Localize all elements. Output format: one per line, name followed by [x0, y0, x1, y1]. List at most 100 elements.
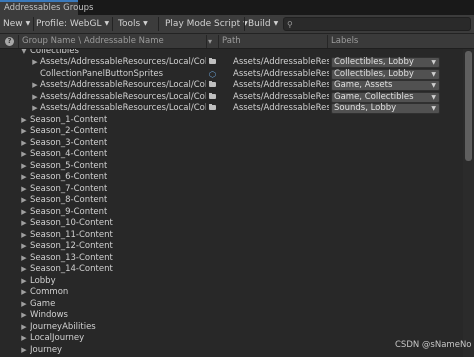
- expand-arrow-icon[interactable]: ▶: [31, 103, 39, 114]
- column-divider[interactable]: [206, 35, 207, 48]
- column-divider[interactable]: [218, 35, 219, 48]
- group-row[interactable]: ▶ Season_4-Content: [0, 149, 463, 160]
- entry-row[interactable]: CollectionPanelButtonSprites ⬡ Assets/Addr…: [0, 68, 463, 80]
- build-dropdown[interactable]: Build ▼: [248, 16, 278, 32]
- entry-row[interactable]: ▶ Assets/AddressableResources/Local/Coll A…: [0, 57, 463, 68]
- group-row[interactable]: ▶ Season_11-Content: [0, 230, 463, 241]
- group-row[interactable]: ▶ Season_7-Content: [0, 184, 463, 195]
- column-labels[interactable]: Labels: [331, 34, 358, 49]
- labels-dropdown[interactable]: Game, Collectibles ▼: [331, 91, 440, 103]
- group-name: Season_5-Content: [30, 160, 108, 171]
- column-group-name[interactable]: Group Name \ Addressable Name: [22, 34, 164, 49]
- expand-arrow-icon[interactable]: ▶: [20, 172, 28, 183]
- entry-row[interactable]: ▶ Assets/AddressableResources/Local/Coll A…: [0, 91, 463, 103]
- profile-label: Profile: WebGL: [36, 19, 102, 29]
- toolbar-divider: [33, 17, 34, 31]
- labels-value: Collectibles, Lobby: [334, 68, 414, 79]
- toolbar-divider: [112, 17, 113, 31]
- group-row[interactable]: ▶ Journey: [0, 345, 463, 356]
- group-row[interactable]: ▶ Season_6-Content: [0, 172, 463, 183]
- vertical-scrollbar[interactable]: [463, 49, 474, 357]
- expand-arrow-icon[interactable]: ▶: [31, 57, 39, 68]
- entry-path: Assets/AddressableRes: [233, 91, 329, 102]
- expand-arrow-icon[interactable]: ▶: [20, 218, 28, 229]
- expand-arrow-icon[interactable]: ▶: [20, 115, 28, 126]
- group-row[interactable]: ▶ Lobby: [0, 276, 463, 287]
- column-divider[interactable]: [18, 35, 19, 48]
- expand-arrow-icon[interactable]: ▶: [20, 138, 28, 149]
- group-row[interactable]: ▶ Season_2-Content: [0, 126, 463, 137]
- expand-arrow-icon[interactable]: ▶: [20, 276, 28, 287]
- group-row[interactable]: ▶ Season_5-Content: [0, 161, 463, 172]
- column-path[interactable]: Path: [222, 34, 241, 49]
- expand-arrow-icon[interactable]: ▶: [20, 184, 28, 195]
- expand-arrow-icon[interactable]: ▶: [20, 310, 28, 321]
- expand-arrow-icon[interactable]: ▶: [20, 322, 28, 333]
- group-name: Lobby: [30, 275, 56, 286]
- folder-icon: [209, 81, 216, 87]
- expand-arrow-icon[interactable]: ▶: [20, 207, 28, 218]
- expand-arrow-icon[interactable]: ▶: [20, 241, 28, 252]
- group-name: LocalJourney: [30, 333, 85, 343]
- column-divider[interactable]: [327, 35, 328, 48]
- group-name: Season_2-Content: [30, 126, 108, 136]
- expand-arrow-icon[interactable]: ▼: [20, 49, 28, 57]
- group-row[interactable]: ▶ Season_12-Content: [0, 241, 463, 252]
- expand-arrow-icon[interactable]: ▶: [20, 195, 28, 206]
- group-row[interactable]: ▶ Common: [0, 287, 463, 298]
- group-name: Season_12-Content: [30, 241, 113, 251]
- search-icon: ⚲: [287, 20, 293, 29]
- expand-arrow-icon[interactable]: ▶: [20, 299, 28, 310]
- group-row[interactable]: ▶ Season_10-Content: [0, 218, 463, 229]
- group-name: Season_8-Content: [30, 195, 108, 205]
- expand-arrow-icon[interactable]: ▶: [20, 126, 28, 137]
- expand-arrow-icon[interactable]: ▶: [20, 230, 28, 241]
- expand-arrow-icon[interactable]: ▶: [20, 287, 28, 298]
- scrollbar-thumb[interactable]: [465, 51, 472, 161]
- entry-row[interactable]: ▶ Assets/AddressableResources/Local/Coll A…: [0, 103, 463, 114]
- group-row[interactable]: ▶ Game: [0, 299, 463, 310]
- expand-arrow-icon[interactable]: ▶: [20, 264, 28, 275]
- group-row[interactable]: ▶ Season_14-Content: [0, 264, 463, 275]
- labels-dropdown[interactable]: Collectibles, Lobby ▼: [331, 68, 440, 80]
- prefab-icon: ⬡: [209, 69, 216, 79]
- tab-addressables-groups[interactable]: Addressables Groups: [0, 0, 93, 15]
- folder-icon: [209, 104, 216, 110]
- help-icon[interactable]: ?: [5, 37, 14, 46]
- expand-arrow-icon[interactable]: ▶: [31, 80, 39, 91]
- group-name: Journey: [30, 344, 63, 355]
- group-row[interactable]: ▶ LocalJourney: [0, 333, 463, 344]
- entry-name: Assets/AddressableResources/Local/Coll: [40, 57, 206, 67]
- group-row[interactable]: ▶ Season_3-Content: [0, 138, 463, 149]
- expand-arrow-icon[interactable]: ▶: [20, 333, 28, 344]
- labels-dropdown[interactable]: Game, Assets ▼: [331, 80, 440, 91]
- labels-dropdown[interactable]: Collectibles, Lobby ▼: [331, 57, 440, 68]
- expand-arrow-icon[interactable]: ▶: [20, 253, 28, 264]
- tools-dropdown[interactable]: Tools ▼: [118, 16, 148, 32]
- group-row[interactable]: ▶ Season_13-Content: [0, 253, 463, 264]
- group-row[interactable]: ▶ JourneyAbilities: [0, 322, 463, 333]
- labels-dropdown[interactable]: Sounds, Lobby ▼: [331, 103, 440, 114]
- expand-arrow-icon[interactable]: ▶: [31, 92, 39, 103]
- expand-arrow-icon[interactable]: ▶: [20, 345, 28, 356]
- group-row[interactable]: ▶ Windows: [0, 310, 463, 321]
- chevron-down-icon: ▼: [431, 93, 436, 101]
- column-icon[interactable]: ▾: [208, 34, 212, 49]
- new-button[interactable]: New ▼: [3, 16, 30, 32]
- entry-row[interactable]: ▶ Assets/AddressableResources/Local/Coll A…: [0, 80, 463, 91]
- search-input[interactable]: ⚲: [283, 17, 471, 31]
- group-row[interactable]: ▶ Season_8-Content: [0, 195, 463, 206]
- expand-arrow-icon[interactable]: ▶: [20, 161, 28, 172]
- watermark: CSDN @sNameNo: [395, 340, 472, 350]
- group-row[interactable]: ▶ Season_1-Content: [0, 115, 463, 126]
- expand-arrow-icon[interactable]: ▶: [20, 149, 28, 160]
- chevron-down-icon: ▼: [143, 20, 148, 27]
- group-row[interactable]: ▶ Season_9-Content: [0, 207, 463, 218]
- profile-dropdown[interactable]: Profile: WebGL ▼: [36, 16, 109, 32]
- chevron-down-icon: ▼: [431, 59, 436, 66]
- window-titlebar: Addressables Groups: [0, 0, 474, 15]
- group-row-collectibles[interactable]: ▼ Collectibles: [0, 49, 463, 57]
- group-name: Collectibles: [30, 49, 79, 56]
- play-mode-script-dropdown[interactable]: Play Mode Script ▼: [165, 16, 248, 32]
- entry-name: CollectionPanelButtonSprites: [40, 68, 164, 79]
